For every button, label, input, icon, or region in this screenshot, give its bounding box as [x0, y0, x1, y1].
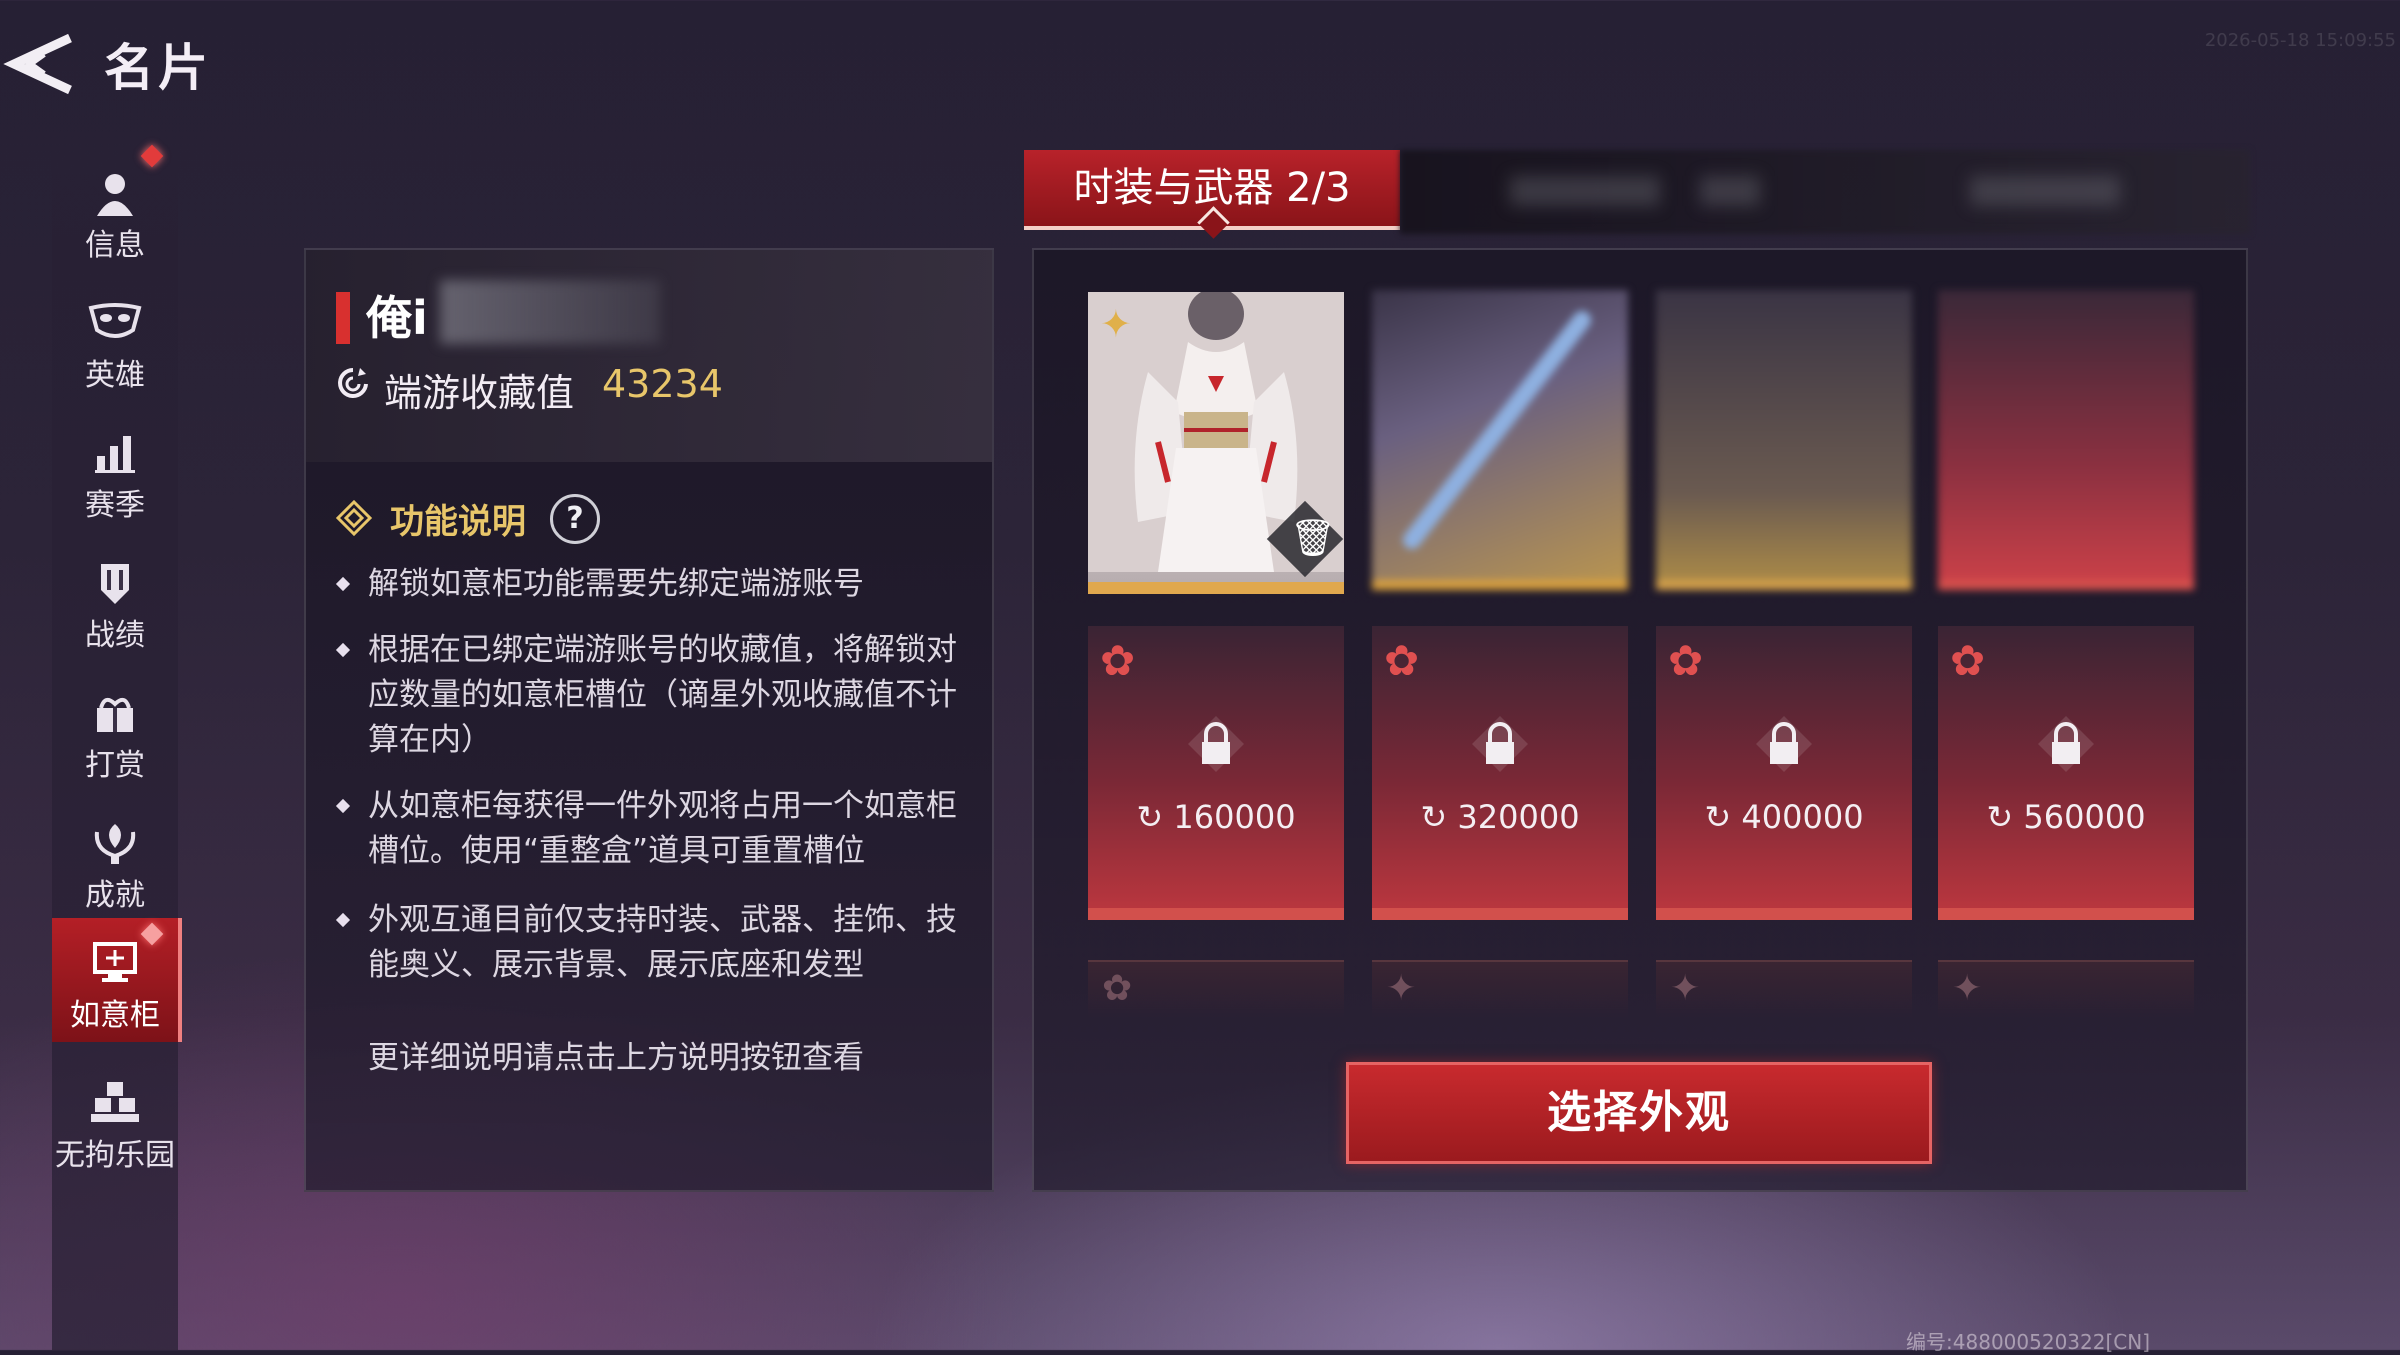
sidebar-item-cabinet[interactable]: 如意柜 — [52, 918, 182, 1042]
rarity-star-icon: ✿ — [1950, 636, 1986, 685]
tab-placeholder[interactable] — [1510, 176, 1660, 206]
locked-slot[interactable]: ✿ ↻ 160000 — [1088, 626, 1344, 920]
collection-icon: ↻ — [1704, 798, 1742, 836]
sidebar-item-park[interactable]: 无拘乐园 — [52, 1058, 178, 1182]
tab-placeholder[interactable] — [1700, 176, 1760, 206]
bullet-text: 解锁如意柜功能需要先绑定端游账号 — [368, 566, 864, 602]
collection-icon: ↻ — [1136, 798, 1174, 836]
sidebar-item-label: 赛季 — [85, 488, 145, 523]
lock-icon — [1188, 716, 1244, 772]
user-name: 俺i — [366, 291, 428, 345]
sidebar-item-label: 英雄 — [85, 358, 145, 393]
info-bullet: 外观互通目前仅支持时装、武器、挂饰、技能奥义、展示背景、展示底座和发型 — [335, 898, 968, 988]
unlock-cost: ↻ 560000 — [1938, 798, 2194, 836]
notification-dot — [140, 144, 164, 168]
collection-icon: ↻ — [1420, 798, 1458, 836]
diamond-icon — [335, 499, 373, 540]
sidebar-item-hero[interactable]: 英雄 — [52, 278, 178, 402]
collection-value: 43234 — [602, 362, 723, 406]
cost-value: 400000 — [1741, 798, 1864, 836]
rarity-star-icon: ✿ — [1100, 636, 1136, 685]
sidebar-item-achievement[interactable]: 成就 — [52, 798, 178, 922]
back-arrow-icon — [3, 33, 72, 95]
cubes-icon — [52, 1080, 178, 1128]
help-button[interactable]: ? — [550, 494, 600, 544]
sidebar-item-label: 如意柜 — [70, 998, 160, 1033]
tab-placeholder[interactable] — [1970, 176, 2120, 206]
tab-label: 时装与武器 2/3 — [1073, 165, 1351, 211]
sidebar-item-info[interactable]: 信息 — [52, 144, 178, 272]
rarity-star-icon: ✦ — [1952, 968, 1983, 1009]
bullet-text: 外观互通目前仅支持时装、武器、挂饰、技能奥义、展示背景、展示底座和发型 — [368, 902, 957, 983]
name-accent-bar — [336, 292, 350, 344]
collection-icon: ↻ — [1986, 798, 2024, 836]
locked-slot[interactable]: ✿ ↻ 560000 — [1938, 626, 2194, 920]
collection-label: 端游收藏值 — [384, 371, 575, 415]
name-redacted — [440, 280, 660, 344]
bullet-text: 从如意柜每获得一件外观将占用一个如意柜槽位。使用“重整盒”道具可重置槽位 — [368, 788, 957, 869]
info-bullet: 根据在已绑定端游账号的收藏值，将解锁对应数量的如意柜槽位（谪星外观收藏值不计算在… — [335, 628, 968, 763]
timestamp: 2026-05-18 15:09:55 — [2204, 30, 2396, 51]
serial-number: 编号:488000520322[CN] — [1906, 1330, 2150, 1354]
weapon-slot[interactable] — [1372, 290, 1628, 590]
lock-icon — [1472, 716, 1528, 772]
mask-icon — [52, 300, 178, 348]
person-icon — [52, 170, 178, 218]
select-appearance-button[interactable]: 选择外观 — [1346, 1062, 1932, 1164]
weapon-illustration — [1403, 311, 1591, 549]
tab-fashion-weapon[interactable]: 时装与武器 2/3 — [1024, 150, 1400, 239]
slot-row-partial: ✦ — [1372, 960, 1628, 1018]
trophy-icon — [52, 820, 178, 868]
slot-row-partial: ✦ — [1938, 960, 2194, 1018]
page-title: 名片 — [104, 39, 212, 97]
cost-value: 160000 — [1173, 798, 1296, 836]
sidebar-item-season[interactable]: 赛季 — [52, 408, 178, 532]
slot-row-partial: ✿ — [1088, 960, 1344, 1018]
sidebar-item-label: 信息 — [85, 228, 145, 263]
bullet-text: 根据在已绑定端游账号的收藏值，将解锁对应数量的如意柜槽位（谪星外观收藏值不计算在… — [368, 632, 957, 758]
sidebar-item-record[interactable]: 战绩 — [52, 538, 178, 662]
tab-indicator-icon — [1197, 206, 1230, 239]
rarity-star-icon: ✦ — [1386, 968, 1417, 1009]
locked-slot[interactable]: ✿ ↻ 320000 — [1372, 626, 1628, 920]
function-title: 功能说明 — [390, 502, 526, 542]
cost-value: 320000 — [1457, 798, 1580, 836]
bar-chart-icon — [52, 430, 178, 478]
unlock-cost: ↻ 400000 — [1656, 798, 1912, 836]
rarity-star-icon: ✿ — [1668, 636, 1704, 685]
trash-icon: 🗑 — [1290, 518, 1336, 559]
rarity-star-icon: ✦ — [1670, 968, 1701, 1009]
more-info-note: 更详细说明请点击上方说明按钮查看 — [368, 1040, 864, 1076]
slot-row-partial: ✦ — [1656, 960, 1912, 1018]
sidebar-item-label: 战绩 — [85, 618, 145, 653]
unlock-cost: ↻ 160000 — [1088, 798, 1344, 836]
locked-slot[interactable]: ✿ ↻ 400000 — [1656, 626, 1912, 920]
info-bullet: 从如意柜每获得一件外观将占用一个如意柜槽位。使用“重整盒”道具可重置槽位 — [335, 784, 968, 874]
cost-value: 560000 — [2023, 798, 2146, 836]
rarity-star-icon: ✿ — [1384, 636, 1420, 685]
lock-icon — [1756, 716, 1812, 772]
sidebar-item-label: 无拘乐园 — [55, 1138, 175, 1173]
gift-icon — [52, 690, 178, 738]
unlock-cost: ↻ 320000 — [1372, 798, 1628, 836]
sidebar-item-label: 打赏 — [85, 748, 145, 783]
cabinet-icon — [52, 940, 178, 988]
back-button[interactable] — [0, 28, 80, 98]
sidebar-item-label: 成就 — [85, 878, 145, 913]
info-bullet: 解锁如意柜功能需要先绑定端游账号 — [335, 562, 968, 607]
lock-icon — [2038, 716, 2094, 772]
empty-slot[interactable] — [1656, 290, 1912, 590]
shield-icon — [52, 560, 178, 608]
sidebar-item-reward[interactable]: 打赏 — [52, 668, 178, 792]
rarity-star-icon: ✿ — [1102, 968, 1133, 1009]
empty-slot[interactable] — [1938, 290, 2194, 590]
rarity-star-icon: ✦ — [1100, 302, 1132, 346]
collection-icon — [336, 366, 370, 408]
